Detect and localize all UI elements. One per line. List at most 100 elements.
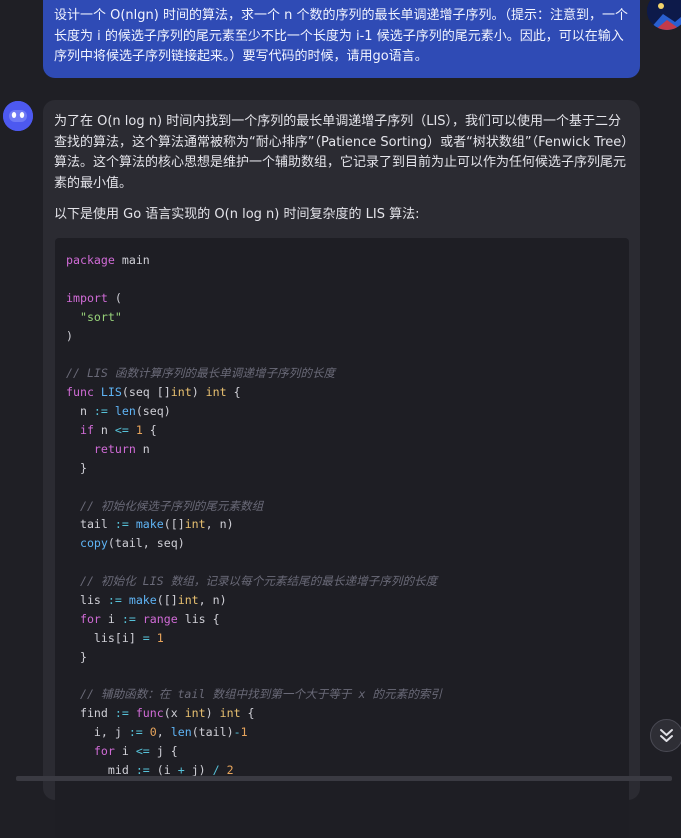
code-line: ) <box>66 327 629 346</box>
code-token: int <box>170 385 192 400</box>
code-token: (seq) <box>135 404 171 419</box>
code-token: ([] <box>163 517 185 532</box>
code-token: (x <box>163 706 185 721</box>
double-chevron-down-icon <box>660 729 673 742</box>
scroll-to-bottom-button[interactable] <box>650 719 681 752</box>
code-token: } <box>66 460 87 475</box>
assistant-message-card: 为了在 O(n log n) 时间内找到一个序列的最长单调递增子序列（LIS），… <box>43 100 640 838</box>
horizontal-scrollbar[interactable] <box>16 776 672 781</box>
code-token: lis <box>66 593 108 608</box>
code-token: "sort" <box>79 309 122 324</box>
code-token: int <box>184 706 206 721</box>
code-line: if n <= 1 { <box>66 421 629 440</box>
code-token: n <box>135 441 150 456</box>
code-token: i, j <box>66 725 129 740</box>
code-token: main <box>114 253 150 267</box>
code-token: // 初始化 LIS 数组，记录以每个元素结尾的最长递增子序列的长度 <box>79 574 438 589</box>
user-message-bubble: 设计一个 O(nlgn) 时间的算法，求一个 n 个数的序列的最长单调递增子序列… <box>43 0 640 78</box>
code-token: { <box>226 385 241 400</box>
code-line: for i <= j { <box>66 742 629 761</box>
code-line: package main <box>66 251 629 270</box>
code-token: int <box>205 385 227 400</box>
code-token: ) <box>205 706 220 721</box>
robot-face-icon <box>3 101 33 131</box>
code-token: j { <box>149 744 178 759</box>
code-token: , <box>156 725 171 740</box>
code-token: (seq [] <box>121 385 171 400</box>
code-token: := <box>107 593 122 608</box>
code-token: 1 <box>240 725 248 740</box>
code-token: { <box>142 423 157 438</box>
code-token: func <box>66 385 94 400</box>
code-token: := <box>128 725 143 740</box>
code-token: int <box>219 706 241 721</box>
code-token: - <box>233 725 241 740</box>
code-line: for i := range lis { <box>66 610 629 629</box>
code-line: // 初始化候选子序列的尾元素数组 <box>66 497 629 516</box>
code-token: // 辅助函数：在 tail 数组中找到第一个大于等于 x 的元素的索引 <box>79 687 442 702</box>
code-token: <= <box>114 423 129 438</box>
code-token: ( <box>107 290 122 305</box>
code-token: int <box>184 517 206 532</box>
code-token: LIS <box>100 385 122 400</box>
code-token: := <box>114 517 129 532</box>
code-line: n := len(seq) <box>66 402 629 421</box>
code-line: func LIS(seq []int) int { <box>66 383 629 402</box>
code-token: i <box>100 611 122 626</box>
code-token: make <box>135 517 164 532</box>
code-line: i, j := 0, len(tail)-1 <box>66 723 629 742</box>
code-line: lis[i] = 1 <box>66 629 629 648</box>
code-token: (tail, seq) <box>107 536 185 551</box>
code-line: "sort" <box>66 308 629 327</box>
code-token: n <box>66 404 94 419</box>
code-token: ) <box>66 328 73 343</box>
code-token: tail <box>66 517 115 532</box>
code-token: / <box>212 763 220 778</box>
code-token: ) <box>191 385 206 400</box>
code-line: import ( <box>66 289 629 308</box>
code-token: make <box>128 593 157 608</box>
code-token: { <box>240 706 255 721</box>
code-line: } <box>66 459 629 478</box>
code-line: copy(tail, seq) <box>66 534 629 553</box>
code-token: int <box>177 593 199 608</box>
code-block[interactable]: package main import ( "sort") // LIS 函数计… <box>55 238 629 838</box>
code-token: len <box>170 725 192 740</box>
code-token: // LIS 函数计算序列的最长单调递增子序列的长度 <box>66 366 336 381</box>
code-token: j) <box>184 763 213 778</box>
code-token: lis[i] <box>66 630 143 645</box>
code-line: lis := make([]int, n) <box>66 591 629 610</box>
code-token: , n) <box>198 593 227 608</box>
code-line: // 辅助函数：在 tail 数组中找到第一个大于等于 x 的元素的索引 <box>66 685 629 704</box>
code-token: + <box>177 763 185 778</box>
code-token: (i <box>149 763 178 778</box>
code-token: 0 <box>149 725 157 740</box>
user-avatar-icon[interactable] <box>647 0 681 30</box>
assistant-paragraph-lead: 以下是使用 Go 语言实现的 O(n log n) 时间复杂度的 LIS 算法: <box>54 207 420 222</box>
code-line: find := func(x int) int { <box>66 704 629 723</box>
code-token: copy <box>79 536 108 551</box>
code-token: range <box>142 611 178 626</box>
code-token: 2 <box>226 763 234 778</box>
code-token: ([] <box>156 593 178 608</box>
code-token: if <box>79 423 94 438</box>
code-token: n <box>93 423 115 438</box>
code-token: lis { <box>177 611 220 626</box>
